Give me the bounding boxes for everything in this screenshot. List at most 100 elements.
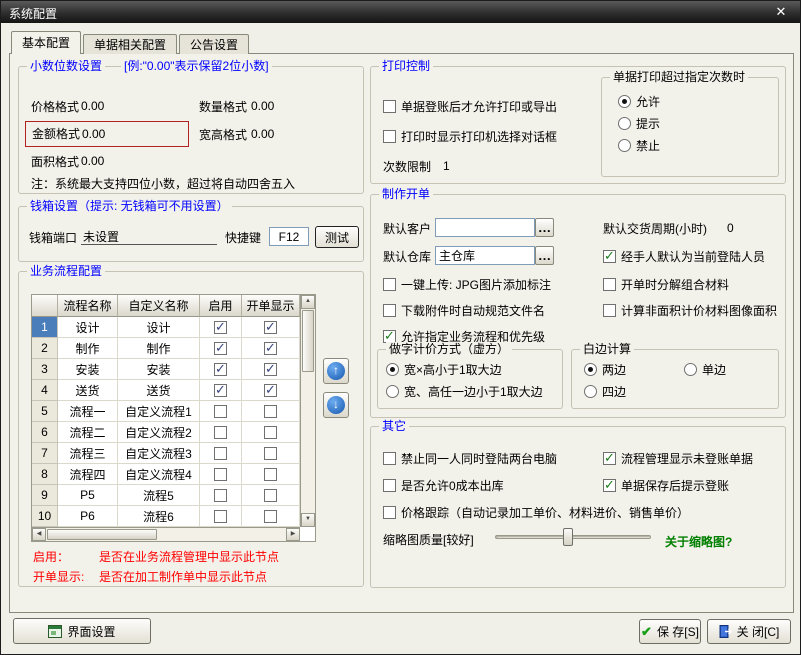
scrollbar-thumb[interactable] xyxy=(47,529,157,540)
flow-name-cell[interactable]: P6 xyxy=(58,506,118,527)
flow-name-cell[interactable]: P5 xyxy=(58,485,118,506)
table-row[interactable]: 5 流程一 自定义流程1 xyxy=(32,401,315,422)
flow-name-cell[interactable]: 流程四 xyxy=(58,464,118,485)
enabled-checkbox[interactable] xyxy=(214,363,227,376)
radio-prompt[interactable]: 提示 xyxy=(618,116,660,130)
radio-pricing-both[interactable]: 宽×高小于1取大边 xyxy=(386,362,502,376)
default-customer-input[interactable] xyxy=(435,218,535,237)
hotkey-input[interactable] xyxy=(269,227,309,246)
cb-forbid-same-login[interactable]: 禁止同一人同时登陆两台电脑 xyxy=(383,451,557,465)
show-checkbox[interactable] xyxy=(264,489,277,502)
table-row[interactable]: 7 流程三 自定义流程3 xyxy=(32,443,315,464)
scroll-left-icon[interactable]: ◀ xyxy=(32,528,46,541)
row-number[interactable]: 6 xyxy=(32,422,58,443)
print-limit-input[interactable] xyxy=(443,158,483,174)
checkbox[interactable] xyxy=(603,452,616,465)
flow-name-cell[interactable]: 安装 xyxy=(58,359,118,380)
flow-name-cell[interactable]: 设计 xyxy=(58,317,118,338)
radio-button[interactable] xyxy=(386,385,399,398)
table-row[interactable]: 2 制作 制作 xyxy=(32,338,315,359)
custom-name-cell[interactable]: 自定义流程2 xyxy=(118,422,200,443)
show-checkbox[interactable] xyxy=(264,426,277,439)
enabled-cell[interactable] xyxy=(200,317,242,338)
show-cell[interactable] xyxy=(242,443,300,464)
table-row[interactable]: 6 流程二 自定义流程2 xyxy=(32,422,315,443)
radio-four-sides[interactable]: 四边 xyxy=(584,384,626,398)
radio-button[interactable] xyxy=(584,363,597,376)
cb-flow-priority[interactable]: 允许指定业务流程和优先级 xyxy=(383,329,545,343)
flow-name-cell[interactable]: 流程二 xyxy=(58,422,118,443)
radio-button[interactable] xyxy=(618,95,631,108)
amount-format-input[interactable] xyxy=(82,126,136,142)
default-warehouse-input[interactable] xyxy=(435,246,535,265)
enabled-cell[interactable] xyxy=(200,380,242,401)
show-cell[interactable] xyxy=(242,422,300,443)
custom-name-cell[interactable]: 自定义流程1 xyxy=(118,401,200,422)
cb-split-material[interactable]: 开单时分解组合材料 xyxy=(603,277,729,291)
row-number[interactable]: 9 xyxy=(32,485,58,506)
radio-allow[interactable]: 允许 xyxy=(618,94,660,108)
show-checkbox[interactable] xyxy=(264,447,277,460)
thumbnail-quality-slider[interactable] xyxy=(495,527,651,547)
show-cell[interactable] xyxy=(242,359,300,380)
checkbox[interactable] xyxy=(603,250,616,263)
tab-basic-config[interactable]: 基本配置 xyxy=(11,31,81,54)
table-row[interactable]: 1 设计 设计 xyxy=(32,317,315,338)
enabled-cell[interactable] xyxy=(200,506,242,527)
radio-button[interactable] xyxy=(584,385,597,398)
checkbox[interactable] xyxy=(603,304,616,317)
cb-zero-cost[interactable]: 是否允许0成本出库 xyxy=(383,478,504,492)
cb-price-tracking[interactable]: 价格跟踪（自动记录加工单价、材料进价、销售单价） xyxy=(383,505,689,519)
cb-print-after-posting[interactable]: 单据登账后才允许打印或导出 xyxy=(383,99,557,113)
enabled-cell[interactable] xyxy=(200,464,242,485)
table-row[interactable]: 9 P5 流程5 xyxy=(32,485,315,506)
checkbox[interactable] xyxy=(383,130,396,143)
cb-printer-dialog[interactable]: 打印时显示打印机选择对话框 xyxy=(383,129,557,143)
table-row[interactable]: 4 送货 送货 xyxy=(32,380,315,401)
save-button[interactable]: ✔ 保 存[S] xyxy=(639,619,701,644)
radio-button[interactable] xyxy=(618,139,631,152)
custom-name-cell[interactable]: 送货 xyxy=(118,380,200,401)
cb-auto-filename[interactable]: 下载附件时自动规范文件名 xyxy=(383,303,545,317)
checkbox[interactable] xyxy=(383,100,396,113)
enabled-checkbox[interactable] xyxy=(214,426,227,439)
show-checkbox[interactable] xyxy=(264,405,277,418)
flow-name-cell[interactable]: 流程三 xyxy=(58,443,118,464)
table-row[interactable]: 8 流程四 自定义流程4 xyxy=(32,464,315,485)
tab-announcement[interactable]: 公告设置 xyxy=(179,34,249,54)
enabled-cell[interactable] xyxy=(200,443,242,464)
price-format-input[interactable] xyxy=(81,98,135,114)
radio-one-side[interactable]: 单边 xyxy=(684,362,726,376)
enabled-cell[interactable] xyxy=(200,338,242,359)
show-checkbox[interactable] xyxy=(264,468,277,481)
delivery-cycle-input[interactable] xyxy=(727,220,757,236)
radio-button[interactable] xyxy=(618,117,631,130)
slider-thumb[interactable] xyxy=(563,528,573,546)
enabled-checkbox[interactable] xyxy=(214,342,227,355)
custom-name-cell[interactable]: 设计 xyxy=(118,317,200,338)
show-cell[interactable] xyxy=(242,464,300,485)
vertical-scrollbar[interactable]: ▲ ▼ xyxy=(300,295,315,527)
move-up-button[interactable]: ↑ xyxy=(323,358,349,384)
close-button[interactable]: 关 闭[C] xyxy=(707,619,791,644)
qty-format-input[interactable] xyxy=(251,98,305,114)
custom-name-cell[interactable]: 制作 xyxy=(118,338,200,359)
checkbox[interactable] xyxy=(603,278,616,291)
show-checkbox[interactable] xyxy=(264,321,277,334)
warehouse-browse-button[interactable]: … xyxy=(535,246,554,265)
checkbox[interactable] xyxy=(603,479,616,492)
cb-image-area[interactable]: 计算非面积计价材料图像面积 xyxy=(603,303,777,317)
radio-pricing-either[interactable]: 宽、高任一边小于1取大边 xyxy=(386,384,543,398)
enabled-cell[interactable] xyxy=(200,422,242,443)
show-cell[interactable] xyxy=(242,380,300,401)
custom-name-cell[interactable]: 安装 xyxy=(118,359,200,380)
test-button[interactable]: 测试 xyxy=(315,226,359,248)
wh-format-input[interactable] xyxy=(251,126,305,142)
enabled-checkbox[interactable] xyxy=(214,405,227,418)
show-checkbox[interactable] xyxy=(264,342,277,355)
checkbox[interactable] xyxy=(383,479,396,492)
custom-name-cell[interactable]: 自定义流程4 xyxy=(118,464,200,485)
enabled-checkbox[interactable] xyxy=(214,321,227,334)
checkbox[interactable] xyxy=(383,278,396,291)
show-checkbox[interactable] xyxy=(264,510,277,523)
